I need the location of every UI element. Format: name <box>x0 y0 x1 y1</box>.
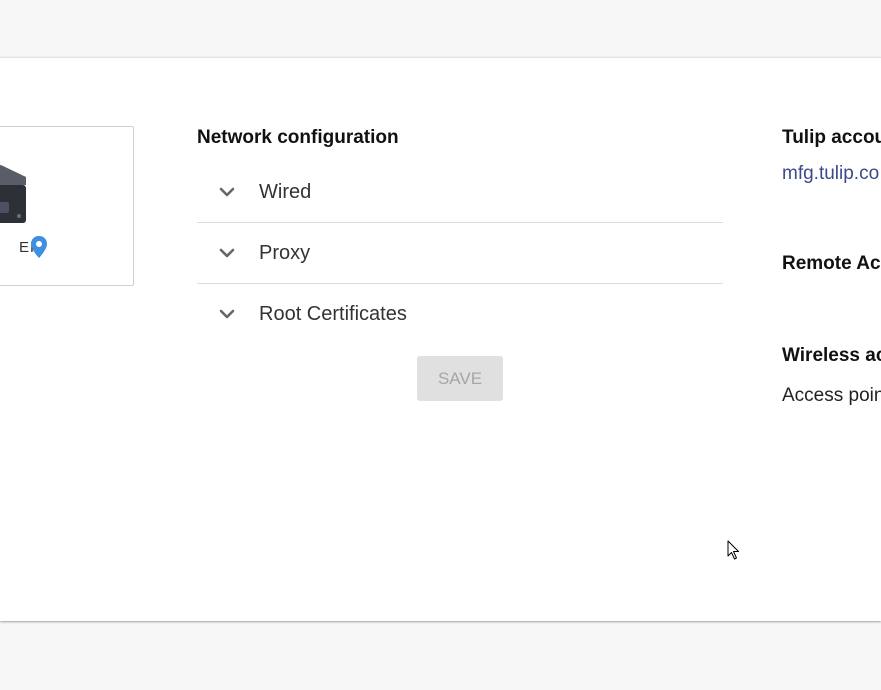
chevron-down-icon <box>197 284 259 344</box>
wireless-access-heading: Wireless access point <box>782 345 881 366</box>
location-pin-icon[interactable] <box>30 236 48 258</box>
accordion-label: Wired <box>259 180 312 203</box>
accordion-label: Proxy <box>259 241 311 264</box>
device-settings-card: EF Network configuration Wired Proxy Roo… <box>0 57 881 621</box>
tulip-account-heading: Tulip account <box>782 127 881 148</box>
chevron-down-icon <box>197 223 259 283</box>
network-accordion: Wired Proxy Root Certificates <box>197 162 723 344</box>
accordion-root-certificates[interactable]: Root Certificates <box>197 284 723 344</box>
remote-access-heading: Remote Access <box>782 253 881 274</box>
edge-device-icon <box>0 165 26 223</box>
device-tile[interactable] <box>0 126 134 286</box>
chevron-down-icon <box>197 162 259 222</box>
save-button[interactable]: SAVE <box>417 356 503 401</box>
tulip-account-link[interactable]: mfg.tulip.co <box>782 163 879 185</box>
network-configuration-title: Network configuration <box>197 127 399 148</box>
accordion-wired[interactable]: Wired <box>197 162 723 223</box>
accordion-label: Root Certificates <box>259 302 407 325</box>
access-point-text: Access point <box>782 385 881 406</box>
right-column: Tulip account mfg.tulip.co Remote Access… <box>782 127 881 427</box>
accordion-proxy[interactable]: Proxy <box>197 223 723 284</box>
